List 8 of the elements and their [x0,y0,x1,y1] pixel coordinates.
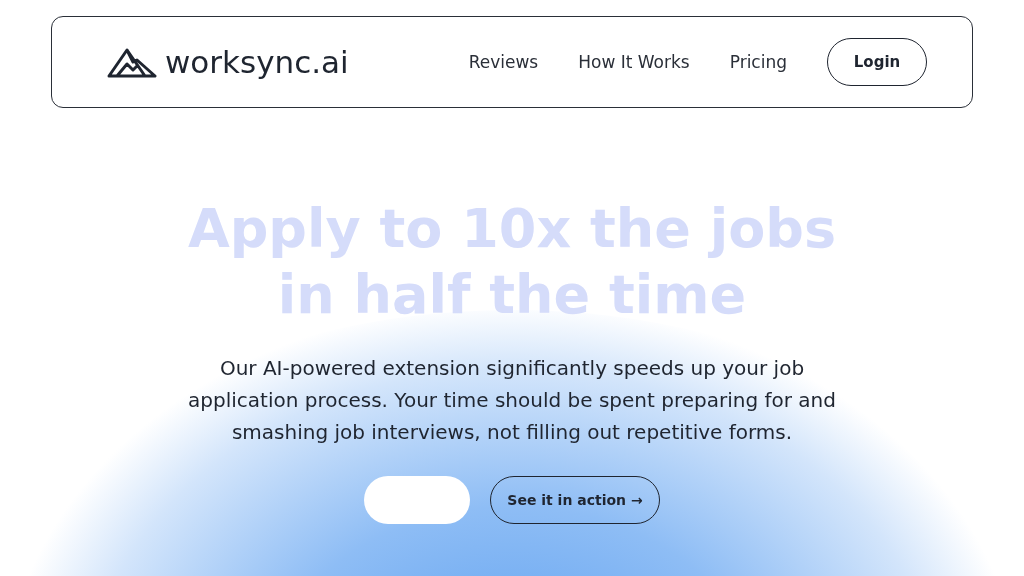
hero-description: Our AI-powered extension significantly speeds up your job application process. Your time should be spent preparing for and smashing job interviews, not filling out repetitive forms. [187,355,837,446]
mountain-icon [107,46,157,78]
nav-link[interactable]: Reviews [468,52,539,72]
primary-button[interactable] [364,476,471,524]
nav-link[interactable]: How It Works [578,52,690,72]
logo-text[interactable]: worksync.ai [165,44,349,80]
login-button[interactable]: Login [827,38,927,86]
nav-link[interactable]: Pricing [729,52,787,72]
